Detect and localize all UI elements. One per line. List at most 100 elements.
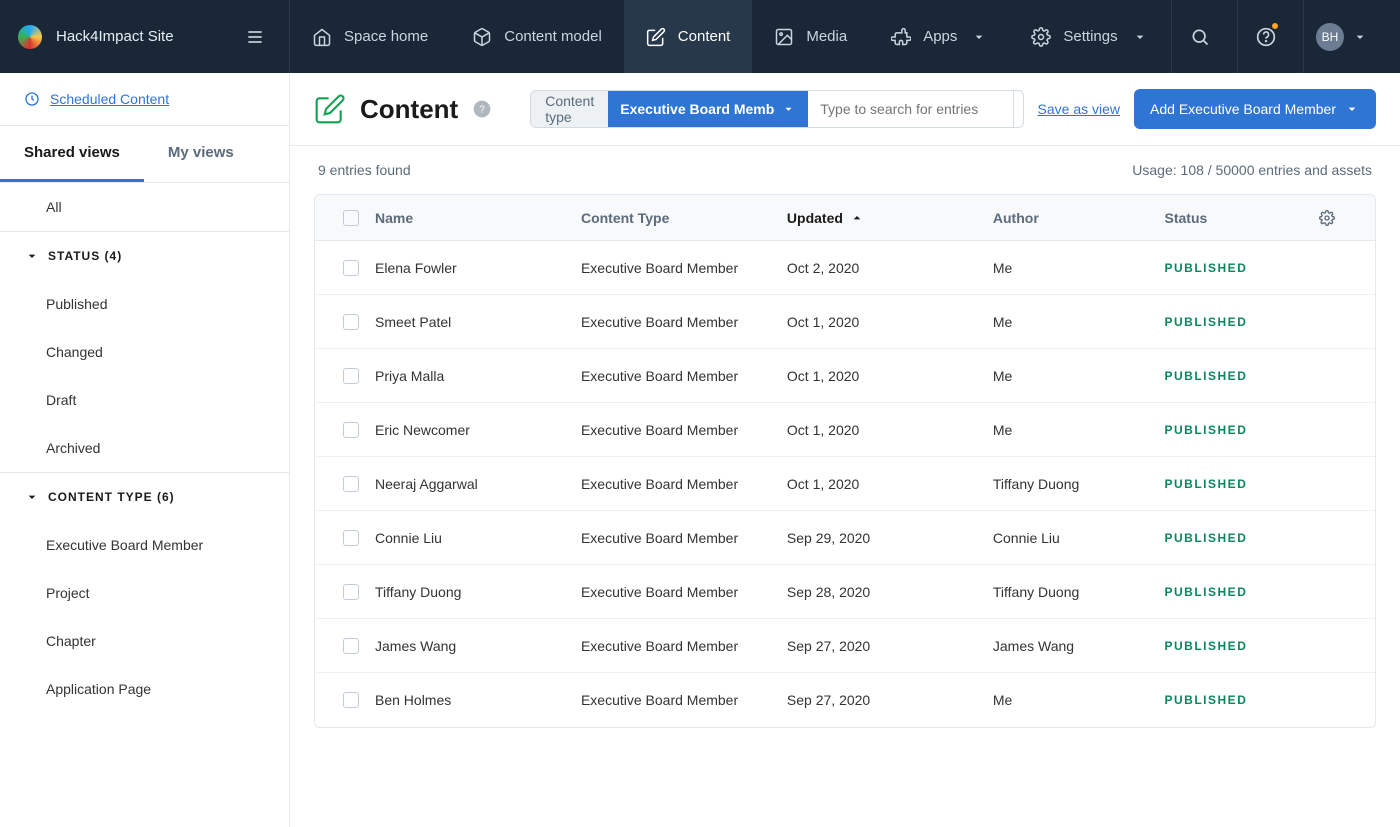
tab-shared-views[interactable]: Shared views	[0, 126, 144, 182]
cell-name: Connie Liu	[375, 530, 581, 546]
sidebar-toggle-button[interactable]	[239, 21, 271, 53]
cell-updated: Oct 1, 2020	[787, 314, 993, 330]
table-row[interactable]: Neeraj Aggarwal Executive Board Member O…	[315, 457, 1375, 511]
search-input[interactable]	[808, 91, 1013, 127]
table-row[interactable]: Eric Newcomer Executive Board Member Oct…	[315, 403, 1375, 457]
content-type-filter: Content type Executive Board Member Filt…	[530, 90, 1023, 128]
nav-apps[interactable]: Apps	[869, 0, 1009, 73]
cell-content-type: Executive Board Member	[581, 314, 787, 330]
cell-name: James Wang	[375, 638, 581, 654]
nav-media[interactable]: Media	[752, 0, 869, 73]
cell-author: James Wang	[993, 638, 1165, 654]
status-badge: PUBLISHED	[1165, 585, 1319, 599]
cell-content-type: Executive Board Member	[581, 638, 787, 654]
col-author[interactable]: Author	[993, 210, 1165, 226]
topbar-left: Hack4Impact Site	[0, 0, 290, 73]
row-checkbox[interactable]	[343, 422, 359, 438]
help-button[interactable]	[1237, 0, 1293, 73]
cell-content-type: Executive Board Member	[581, 692, 787, 708]
add-entry-button[interactable]: Add Executive Board Member	[1134, 89, 1376, 129]
main-nav: Space home Content model Content Media A…	[290, 0, 1170, 73]
cell-content-type: Executive Board Member	[581, 260, 787, 276]
cell-content-type: Executive Board Member	[581, 584, 787, 600]
status-badge: PUBLISHED	[1165, 477, 1319, 491]
status-badge: PUBLISHED	[1165, 369, 1319, 383]
scheduled-content-link[interactable]: Scheduled Content	[0, 73, 289, 126]
tab-my-views[interactable]: My views	[144, 126, 258, 182]
table-row[interactable]: Smeet Patel Executive Board Member Oct 1…	[315, 295, 1375, 349]
table-row[interactable]: Elena Fowler Executive Board Member Oct …	[315, 241, 1375, 295]
cell-updated: Sep 29, 2020	[787, 530, 993, 546]
content-type-filter-value[interactable]: Executive Board Member	[608, 91, 808, 127]
sidebar-item-content-type[interactable]: Executive Board Member	[0, 521, 289, 569]
results-count: 9 entries found	[318, 162, 411, 178]
row-checkbox[interactable]	[343, 584, 359, 600]
row-checkbox[interactable]	[343, 530, 359, 546]
sidebar-item-status[interactable]: Archived	[0, 424, 289, 472]
cell-author: Me	[993, 260, 1165, 276]
content-page-icon	[314, 93, 346, 125]
row-checkbox[interactable]	[343, 260, 359, 276]
sidebar-group-status[interactable]: STATUS (4)	[0, 231, 289, 280]
row-checkbox[interactable]	[343, 638, 359, 654]
results-header: 9 entries found Usage: 108 / 50000 entri…	[290, 146, 1400, 194]
row-checkbox[interactable]	[343, 692, 359, 708]
table-row[interactable]: Priya Malla Executive Board Member Oct 1…	[315, 349, 1375, 403]
help-badge-icon[interactable]: ?	[472, 99, 492, 119]
sidebar-group-content-type[interactable]: CONTENT TYPE (6)	[0, 472, 289, 521]
row-checkbox[interactable]	[343, 476, 359, 492]
clock-icon	[24, 91, 40, 107]
cell-updated: Oct 2, 2020	[787, 260, 993, 276]
status-badge: PUBLISHED	[1165, 315, 1319, 329]
nav-content-model[interactable]: Content model	[450, 0, 624, 73]
sort-asc-icon	[849, 210, 865, 226]
search-button[interactable]	[1171, 0, 1227, 73]
save-as-view-link[interactable]: Save as view	[1038, 101, 1120, 117]
logo-icon	[18, 25, 42, 49]
sidebar-item-status[interactable]: Published	[0, 280, 289, 328]
table-row[interactable]: Connie Liu Executive Board Member Sep 29…	[315, 511, 1375, 565]
table-settings-button[interactable]	[1319, 210, 1363, 226]
row-checkbox[interactable]	[343, 368, 359, 384]
content-area: Content ? Content type Executive Board M…	[290, 73, 1400, 827]
image-icon	[774, 27, 794, 47]
cell-name: Priya Malla	[375, 368, 581, 384]
nav-settings[interactable]: Settings	[1009, 0, 1169, 73]
box-icon	[472, 27, 492, 47]
user-menu[interactable]: BH	[1303, 0, 1380, 73]
home-icon	[312, 27, 332, 47]
col-updated[interactable]: Updated	[787, 210, 993, 226]
sidebar-item-status[interactable]: Changed	[0, 328, 289, 376]
table-row[interactable]: Tiffany Duong Executive Board Member Sep…	[315, 565, 1375, 619]
entries-table: Name Content Type Updated Author Status …	[314, 194, 1376, 728]
select-all-checkbox[interactable]	[343, 210, 359, 226]
sidebar-item-all[interactable]: All	[0, 183, 289, 231]
cell-updated: Sep 28, 2020	[787, 584, 993, 600]
filter-bar: Content type Executive Board Member Filt…	[530, 89, 1376, 129]
sidebar-item-content-type[interactable]: Chapter	[0, 617, 289, 665]
chevron-down-icon	[971, 29, 987, 45]
topbar-right: BH	[1171, 0, 1400, 73]
cell-name: Eric Newcomer	[375, 422, 581, 438]
chevron-down-icon	[24, 489, 40, 505]
row-checkbox[interactable]	[343, 314, 359, 330]
nav-content[interactable]: Content	[624, 0, 753, 73]
sidebar: Scheduled Content Shared views My views …	[0, 73, 290, 827]
cell-content-type: Executive Board Member	[581, 368, 787, 384]
table-row[interactable]: James Wang Executive Board Member Sep 27…	[315, 619, 1375, 673]
chevron-down-icon	[1352, 29, 1368, 45]
sidebar-item-content-type[interactable]: Application Page	[0, 665, 289, 713]
col-status[interactable]: Status	[1165, 210, 1319, 226]
nav-space-home[interactable]: Space home	[290, 0, 450, 73]
cell-updated: Sep 27, 2020	[787, 638, 993, 654]
table-row[interactable]: Ben Holmes Executive Board Member Sep 27…	[315, 673, 1375, 727]
view-tabs: Shared views My views	[0, 126, 289, 183]
cell-author: Me	[993, 692, 1165, 708]
sidebar-item-content-type[interactable]: Project	[0, 569, 289, 617]
col-content-type[interactable]: Content Type	[581, 210, 787, 226]
sidebar-item-status[interactable]: Draft	[0, 376, 289, 424]
filter-button[interactable]: Filter	[1013, 91, 1023, 127]
cell-content-type: Executive Board Member	[581, 476, 787, 492]
cell-author: Me	[993, 314, 1165, 330]
col-name[interactable]: Name	[375, 210, 581, 226]
